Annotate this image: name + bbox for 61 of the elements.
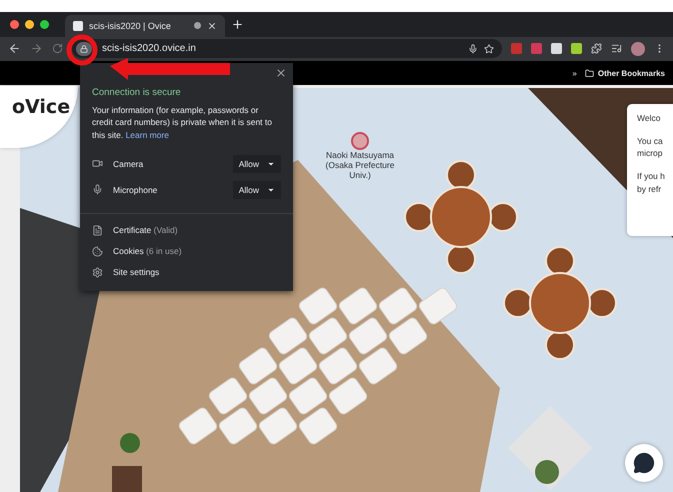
zoom-window-button[interactable] — [40, 20, 49, 29]
plant-icon — [535, 460, 559, 484]
bookmark-folder[interactable]: Other Bookmarks — [584, 68, 665, 78]
permission-label: Camera — [113, 158, 144, 169]
connection-status: Connection is secure — [91, 87, 182, 100]
welcome-text: Welco — [637, 112, 662, 125]
camera-icon — [92, 158, 103, 170]
app-logo: oVice — [12, 96, 70, 118]
cookies-icon — [92, 246, 103, 257]
user-affiliation: (Osaka Prefecture Univ.) — [324, 160, 396, 180]
media-icon[interactable] — [611, 43, 622, 54]
minimize-window-button[interactable] — [25, 20, 34, 29]
welcome-text: If you h by refr — [637, 170, 666, 196]
close-window-button[interactable] — [10, 20, 19, 29]
settings-icon — [92, 266, 103, 278]
certificate-icon — [92, 224, 103, 236]
bookmark-star-icon[interactable] — [484, 44, 494, 54]
permission-label: Microphone — [113, 184, 158, 195]
extensions-icon[interactable] — [591, 43, 602, 54]
chair — [216, 406, 260, 446]
learn-more-link[interactable]: Learn more — [126, 130, 170, 140]
forward-icon[interactable] — [30, 42, 43, 56]
chair — [286, 376, 330, 416]
chair — [276, 346, 320, 386]
welcome-text: You ca microp — [637, 134, 664, 160]
address-bar[interactable]: scis-isis2020.ovice.in — [72, 39, 502, 58]
chair — [256, 406, 300, 446]
site-info-item[interactable]: Certificate (Valid) — [80, 220, 293, 241]
browser-tab[interactable]: scis-isis2020 | Ovice — [65, 14, 225, 37]
side-table — [112, 466, 142, 492]
site-info-item[interactable]: Site settings — [80, 262, 293, 283]
microphone-icon[interactable] — [468, 44, 478, 54]
chair — [246, 376, 290, 416]
close-icon[interactable] — [275, 67, 287, 79]
user-name: Naoki Matsuyama — [326, 150, 394, 161]
chat-icon — [633, 452, 655, 474]
site-info-item[interactable]: Cookies (6 in use) — [80, 240, 293, 262]
chair — [376, 286, 420, 326]
new-tab-icon[interactable] — [231, 18, 244, 31]
chair — [336, 286, 380, 326]
back-icon[interactable] — [8, 42, 21, 56]
reload-icon[interactable] — [52, 43, 63, 54]
microphone-icon — [92, 184, 103, 196]
extension-icon[interactable] — [551, 43, 562, 54]
chair — [306, 316, 350, 356]
recording-dot-icon — [194, 22, 201, 30]
favicon-icon — [73, 20, 83, 31]
security-message: Your information (for example, passwords or credit card numbers) is private when it is sent to this site. Learn more — [91, 104, 273, 142]
folder-icon — [584, 68, 594, 78]
profile-avatar[interactable] — [631, 42, 645, 56]
close-tab-icon[interactable] — [207, 20, 217, 31]
chair — [296, 286, 340, 326]
bookmarks-overflow[interactable]: » — [572, 68, 577, 78]
permission-select[interactable]: Allow — [232, 180, 281, 199]
permission-select[interactable]: Allow — [232, 154, 281, 173]
plant-icon — [120, 432, 140, 453]
chair — [346, 316, 390, 356]
lock-icon[interactable] — [76, 42, 92, 56]
chair — [316, 346, 360, 386]
extension-icon[interactable] — [571, 43, 582, 54]
highlight-circle — [66, 34, 98, 66]
